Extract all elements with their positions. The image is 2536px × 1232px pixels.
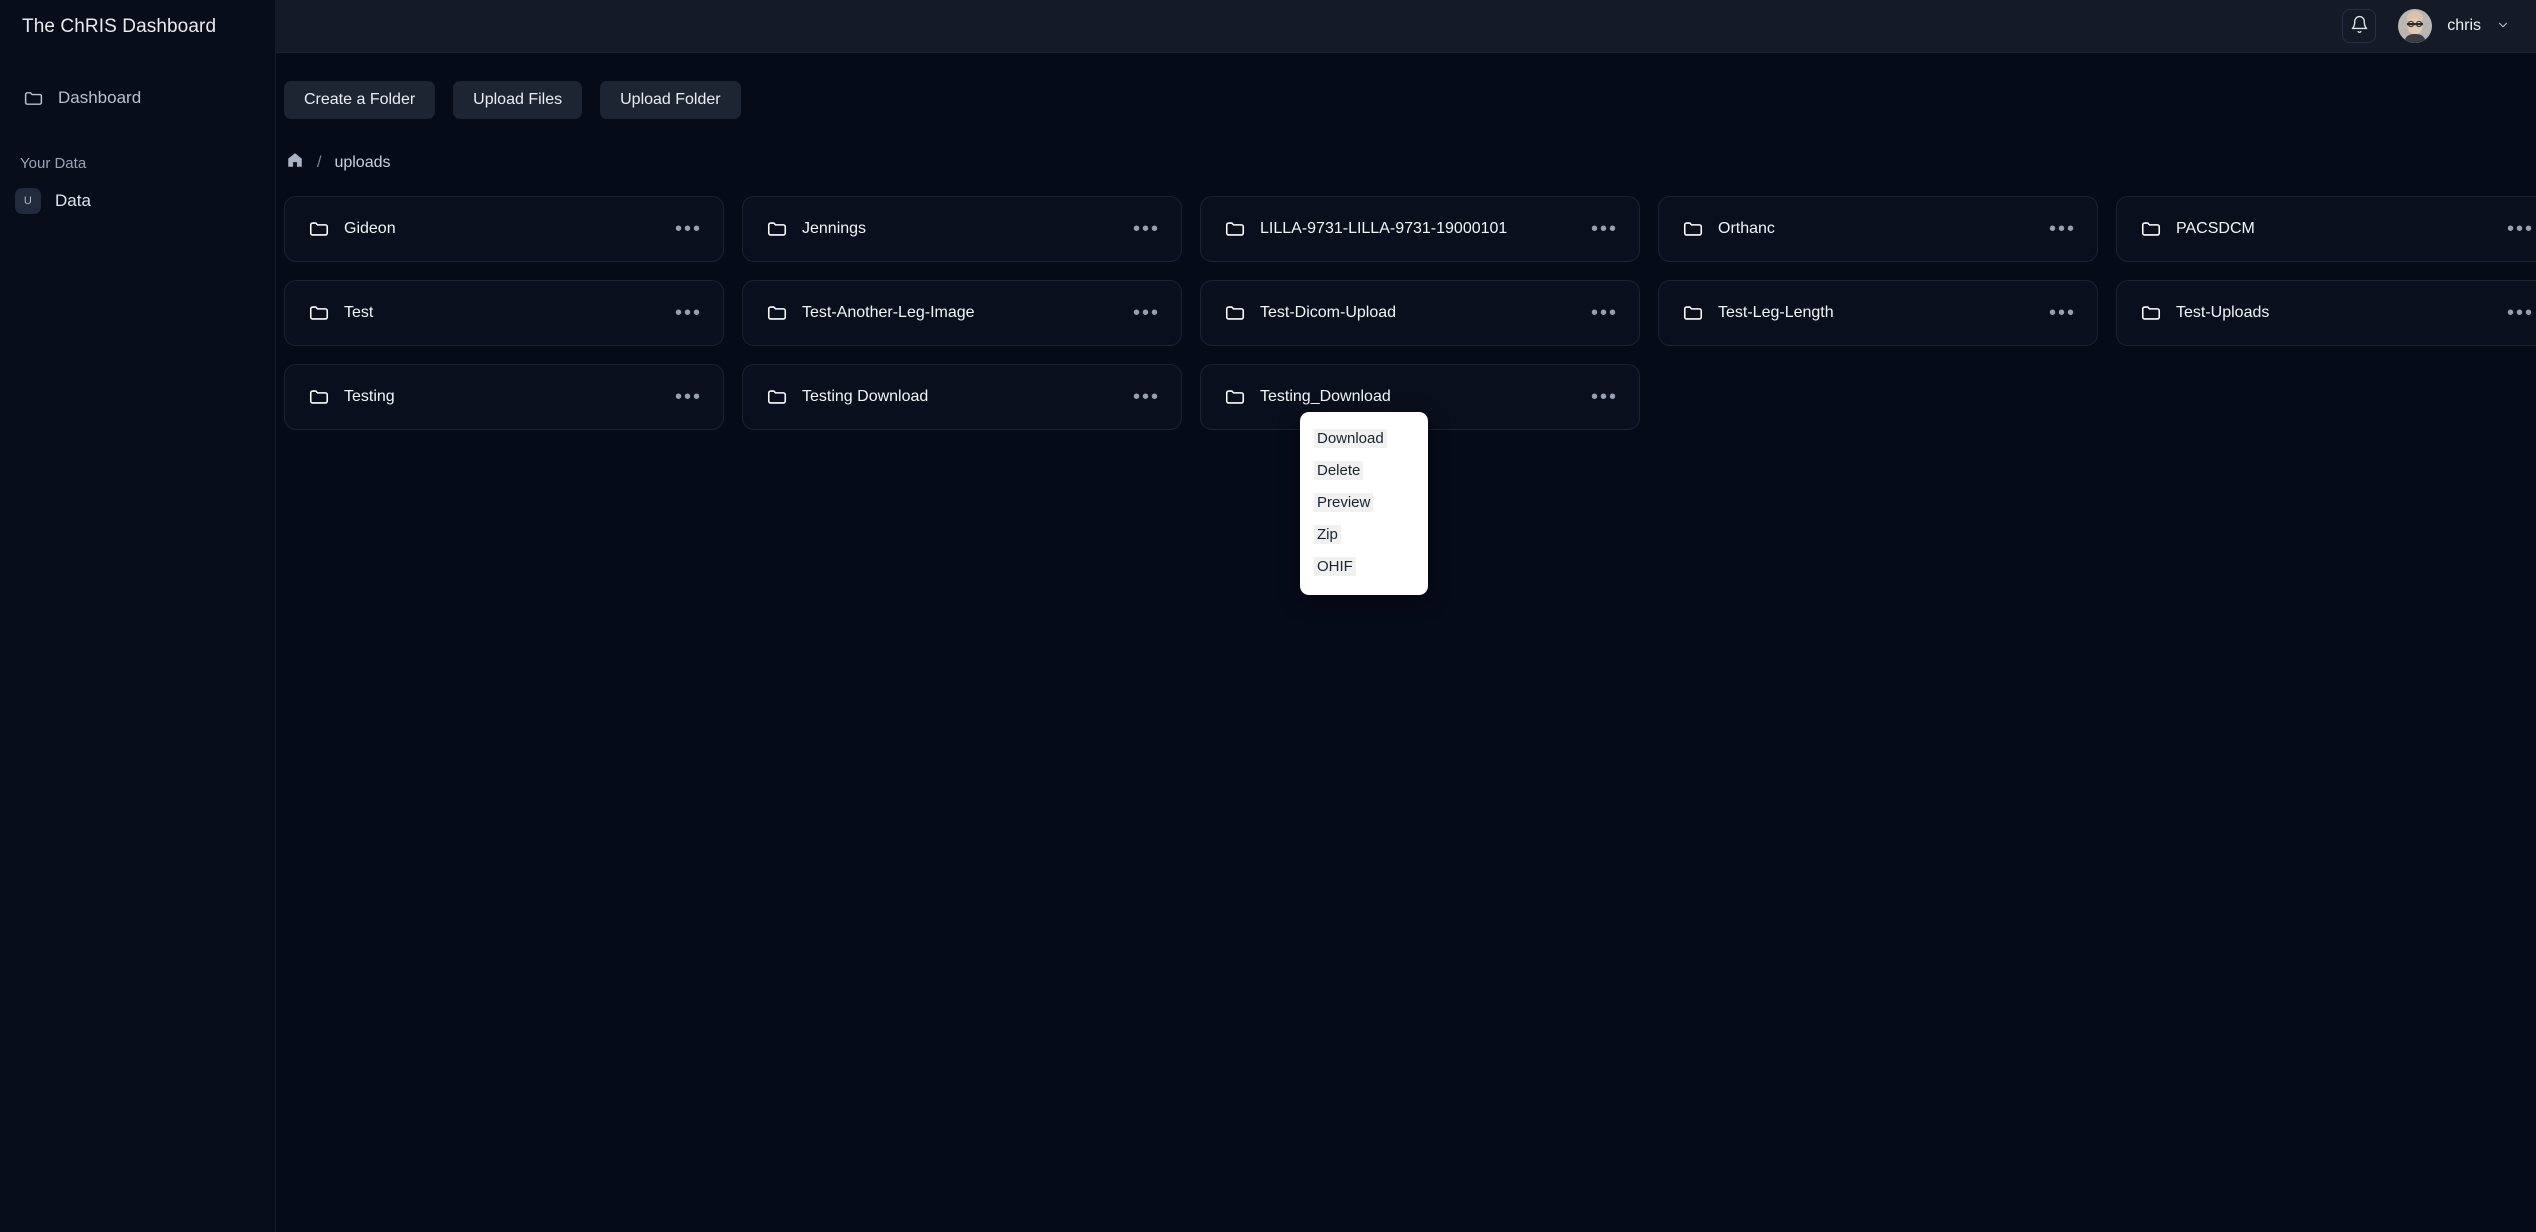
folder-icon: [307, 302, 330, 325]
folder-actions-button[interactable]: •••: [2047, 302, 2078, 324]
folder-actions-button[interactable]: •••: [2505, 302, 2536, 324]
chevron-down-icon[interactable]: [2496, 18, 2510, 34]
folder-icon: [1223, 302, 1246, 325]
context-menu-item-download[interactable]: Download: [1300, 423, 1428, 455]
context-menu-item-label: Delete: [1314, 461, 1364, 480]
context-menu-item-label: Zip: [1314, 525, 1341, 544]
app-title: The ChRIS Dashboard: [22, 15, 217, 37]
folder-icon: [1223, 386, 1246, 409]
folder-icon: [307, 386, 330, 409]
main-panel: chris Create a Folder Upload Files Uploa…: [276, 0, 2536, 1232]
context-menu-item-delete[interactable]: Delete: [1300, 455, 1428, 487]
folder-actions-button[interactable]: •••: [673, 302, 704, 324]
folder-icon: [2139, 302, 2162, 325]
folder-card[interactable]: Testing •••: [284, 364, 724, 430]
sidebar-section-your-data: Your Data: [20, 155, 87, 172]
folder-icon: [1223, 218, 1246, 241]
folder-actions-button[interactable]: •••: [2505, 218, 2536, 240]
folder-actions-button[interactable]: •••: [1131, 386, 1162, 408]
user-badge: U: [15, 188, 41, 214]
folder-name: PACSDCM: [2176, 220, 2255, 237]
folder-grid: Gideon ••• Jennings ••• LILLA-9731-LILLA-973…: [276, 196, 2536, 430]
folder-name: Testing Download: [802, 388, 929, 405]
folder-actions-button[interactable]: •••: [673, 218, 704, 240]
context-menu-item-preview[interactable]: Preview: [1300, 487, 1428, 519]
folder-card[interactable]: LILLA-9731-LILLA-9731-19000101 •••: [1200, 196, 1640, 262]
breadcrumb-separator: /: [317, 153, 322, 171]
folder-icon: [2139, 218, 2162, 241]
folder-icon: [765, 218, 788, 241]
sidebar: The ChRIS Dashboard Dashboard Your Data …: [0, 0, 276, 1232]
breadcrumb: / uploads: [276, 151, 2536, 174]
context-menu-item-zip[interactable]: Zip: [1300, 519, 1428, 551]
folder-name: Test: [344, 304, 374, 321]
sidebar-item-label: Data: [55, 191, 91, 210]
folder-icon: [765, 302, 788, 325]
folder-card[interactable]: PACSDCM •••: [2116, 196, 2536, 262]
folder-actions-button[interactable]: •••: [1131, 218, 1162, 240]
sidebar-item-label: Dashboard: [58, 88, 142, 107]
folder-icon: [1681, 218, 1704, 241]
folder-card[interactable]: Test-Uploads •••: [2116, 280, 2536, 346]
folder-name: Test-Leg-Length: [1718, 304, 1834, 321]
home-icon[interactable]: [286, 151, 304, 174]
context-menu-item-ohif[interactable]: OHIF: [1300, 551, 1428, 583]
folder-actions-button[interactable]: •••: [1589, 218, 1620, 240]
folder-actions-button[interactable]: •••: [1131, 302, 1162, 324]
bell-icon: [2350, 15, 2369, 37]
context-menu-item-label: Preview: [1314, 493, 1374, 512]
folder-card[interactable]: Test-Another-Leg-Image •••: [742, 280, 1182, 346]
top-bar: chris: [276, 0, 2536, 53]
create-folder-button[interactable]: Create a Folder: [284, 81, 436, 119]
upload-files-button[interactable]: Upload Files: [453, 81, 583, 119]
folder-icon: [22, 87, 44, 109]
folder-name: LILLA-9731-LILLA-9731-19000101: [1260, 220, 1508, 237]
folder-card[interactable]: Gideon •••: [284, 196, 724, 262]
folder-card[interactable]: Test •••: [284, 280, 724, 346]
folder-actions-button[interactable]: •••: [2047, 218, 2078, 240]
app-root: The ChRIS Dashboard Dashboard Your Data …: [0, 0, 2536, 1232]
folder-icon: [1681, 302, 1704, 325]
folder-name: Orthanc: [1718, 220, 1775, 237]
folder-name: Test-Dicom-Upload: [1260, 304, 1397, 321]
folder-name: Testing: [344, 388, 395, 405]
folder-card[interactable]: Test-Dicom-Upload •••: [1200, 280, 1640, 346]
upload-folder-button[interactable]: Upload Folder: [600, 81, 741, 119]
sidebar-item-dashboard[interactable]: Dashboard: [0, 79, 275, 117]
folder-name: Gideon: [344, 220, 396, 237]
folder-card[interactable]: Test-Leg-Length •••: [1658, 280, 2098, 346]
avatar: [2398, 9, 2433, 43]
context-menu[interactable]: Download Delete Preview Zip OHIF: [1300, 412, 1428, 595]
context-menu-item-label: Download: [1314, 429, 1387, 448]
folder-card[interactable]: Orthanc •••: [1658, 196, 2098, 262]
folder-name: Testing_Download: [1260, 388, 1391, 405]
notifications-button[interactable]: [2342, 9, 2377, 43]
folder-name: Test-Another-Leg-Image: [802, 304, 975, 321]
context-menu-item-label: OHIF: [1314, 557, 1356, 576]
folder-actions-button[interactable]: •••: [1589, 386, 1620, 408]
folder-card[interactable]: Testing Download •••: [742, 364, 1182, 430]
username-label: chris: [2447, 17, 2481, 34]
folder-icon: [765, 386, 788, 409]
folder-icon: [307, 218, 330, 241]
folder-actions-button[interactable]: •••: [673, 386, 704, 408]
folder-card[interactable]: Jennings •••: [742, 196, 1182, 262]
content-area: Create a Folder Upload Files Upload Fold…: [276, 53, 2536, 430]
toolbar: Create a Folder Upload Files Upload Fold…: [276, 81, 2536, 119]
user-menu[interactable]: chris: [2398, 9, 2510, 43]
folder-name: Test-Uploads: [2176, 304, 2270, 321]
sidebar-item-data[interactable]: U Data: [0, 188, 275, 214]
breadcrumb-current[interactable]: uploads: [334, 154, 390, 172]
folder-actions-button[interactable]: •••: [1589, 302, 1620, 324]
folder-name: Jennings: [802, 220, 867, 237]
